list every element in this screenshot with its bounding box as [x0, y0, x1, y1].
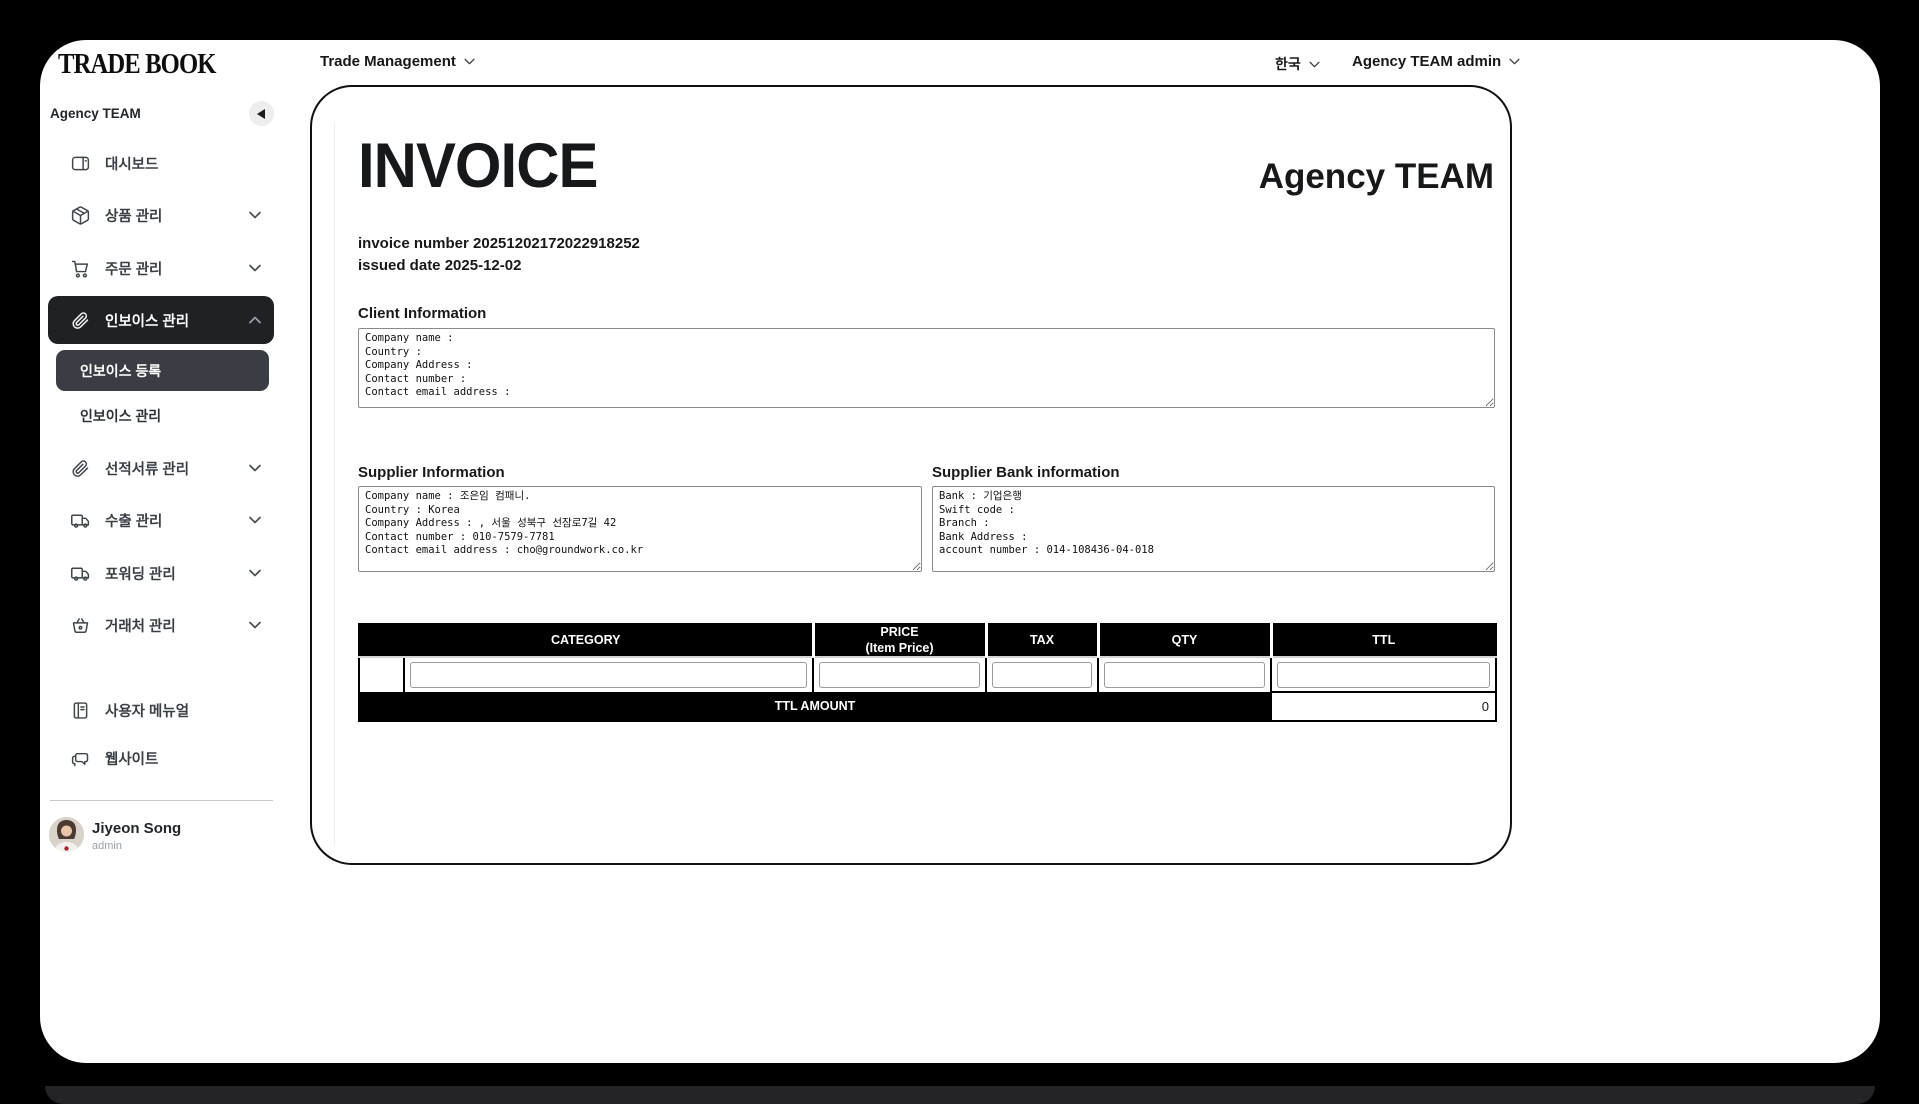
sidebar-collapse-button[interactable]: [249, 101, 274, 126]
issued-date-value: 2025-12-02: [444, 257, 522, 274]
profile-name: Jiyeon Song: [92, 820, 182, 837]
table-header-category: CATEGORY: [359, 624, 814, 658]
account-label: Agency TEAM admin: [1352, 53, 1502, 70]
sidebar-item-label: 인보이스 관리: [105, 313, 190, 330]
app-window: TRADE BOOK Trade Management 한국 Agency TE…: [40, 40, 1880, 1063]
card-inner-divider: [334, 123, 335, 845]
client-information-heading: Client Information: [358, 305, 487, 322]
sidebar-subitem-label: 인보이스 등록: [80, 362, 162, 379]
sidebar-item-user-manual[interactable]: 사용자 메뉴얼: [48, 686, 274, 734]
chevron-down-icon: [249, 516, 261, 524]
sidebar-subitem-invoice-management[interactable]: 인보이스 관리: [56, 395, 269, 436]
sidebar-item-shipping-docs[interactable]: 선적서류 관리: [48, 444, 274, 492]
chevron-down-icon: [249, 211, 261, 219]
client-information-textarea[interactable]: Company name : Country : Company Address…: [358, 328, 1495, 408]
sidebar-item-products[interactable]: 상품 관리: [48, 191, 274, 239]
sidebar-item-export[interactable]: 수출 관리: [48, 496, 274, 544]
paperclip-icon: [72, 311, 89, 329]
sidebar-item-label: 선적서류 관리: [105, 461, 190, 478]
chevron-down-icon: [1309, 61, 1320, 67]
sidebar-item-label: 포워딩 관리: [105, 566, 176, 583]
trade-management-label: Trade Management: [320, 53, 456, 70]
issued-date-line: issued date 2025-12-02: [358, 255, 640, 277]
sidebar-item-label: 웹사이트: [105, 751, 159, 768]
supplier-information-textarea[interactable]: Company name : 조은임 컴패니. Country : Korea …: [358, 486, 922, 572]
basket-icon: [72, 617, 89, 633]
qty-input[interactable]: [1104, 662, 1266, 689]
sidebar-item-forwarding[interactable]: 포워딩 관리: [48, 549, 274, 597]
table-header-price: PRICE (Item Price): [811, 624, 987, 658]
account-dropdown[interactable]: Agency TEAM admin: [1352, 53, 1520, 70]
profile-block[interactable]: Jiyeon Song admin: [49, 815, 279, 861]
chevron-down-icon: [464, 58, 475, 65]
website-chat-icon: [71, 752, 89, 766]
trade-management-dropdown[interactable]: Trade Management: [320, 53, 475, 70]
table-header-tax: TAX: [984, 624, 1099, 658]
avatar: [49, 817, 84, 852]
sidebar-item-label: 거래처 관리: [105, 618, 176, 635]
chevron-down-icon: [249, 621, 261, 629]
supplier-bank-heading: Supplier Bank information: [932, 464, 1120, 481]
chevron-down-icon: [249, 464, 261, 472]
sidebar-item-label: 대시보드: [105, 156, 159, 173]
issued-date-label: issued date: [358, 257, 441, 274]
total-row: TTL AMOUNT 0: [359, 691, 1498, 723]
sidebar-item-website[interactable]: 웹사이트: [48, 734, 274, 782]
language-dropdown[interactable]: 한국: [1275, 54, 1320, 74]
trade-book-logo: TRADE BOOK: [58, 49, 216, 80]
truck-icon: [71, 514, 90, 528]
chevron-down-icon: [249, 264, 261, 272]
sidebar-item-label: 주문 관리: [105, 261, 163, 278]
tax-input[interactable]: [992, 662, 1093, 689]
sidebar-subitem-invoice-register[interactable]: 인보이스 등록: [56, 350, 269, 391]
invoice-number-line: invoice number 20251202172022918252: [358, 233, 640, 255]
invoice-items-table: CATEGORY PRICE (Item Price) TAX QTY TTL: [358, 623, 1498, 723]
chevron-up-icon: [249, 316, 261, 324]
invoice-company-name: Agency TEAM: [1258, 157, 1494, 196]
cart-icon: [71, 260, 89, 278]
manual-icon: [73, 701, 88, 719]
invoice-meta: invoice number 20251202172022918252 issu…: [358, 233, 640, 277]
invoice-number-value: 20251202172022918252: [473, 235, 640, 252]
sidebar-item-invoice-management[interactable]: 인보이스 관리: [48, 296, 274, 344]
ttl-amount-value: 0: [1270, 691, 1498, 723]
sidebar-subitem-label: 인보이스 관리: [80, 407, 162, 424]
team-label: Agency TEAM: [50, 106, 141, 121]
language-label: 한국: [1275, 56, 1301, 72]
supplier-information-heading: Supplier Information: [358, 464, 505, 481]
price-input[interactable]: [819, 662, 981, 689]
invoice-number-label: invoice number: [358, 235, 469, 252]
chevron-down-icon: [249, 569, 261, 577]
chevron-down-icon: [1509, 58, 1520, 65]
invoice-form-card: INVOICE Agency TEAM invoice number 20251…: [310, 85, 1512, 865]
table-header-qty: QTY: [1096, 624, 1272, 658]
profile-role: admin: [92, 840, 122, 852]
dashboard-icon: [71, 156, 90, 170]
collapse-arrow-icon: [256, 108, 265, 119]
truck-icon: [71, 567, 90, 581]
sidebar-item-dashboard[interactable]: 대시보드: [48, 139, 274, 187]
table-header-ttl: TTL: [1269, 624, 1497, 658]
item-row: [359, 656, 1497, 693]
device-base-shadow: [45, 1086, 1875, 1104]
category-input[interactable]: [410, 662, 808, 689]
sidebar-item-label: 수출 관리: [105, 513, 163, 530]
ttl-amount-label: TTL AMOUNT: [359, 692, 1272, 722]
sidebar-item-label: 상품 관리: [105, 208, 163, 225]
sidebar-item-label: 사용자 메뉴얼: [105, 703, 190, 720]
sidebar-divider: [50, 800, 273, 801]
paperclip-icon: [72, 459, 89, 477]
ttl-input[interactable]: [1277, 661, 1491, 688]
sidebar-item-partners[interactable]: 거래처 관리: [48, 601, 274, 649]
sidebar-item-orders[interactable]: 주문 관리: [48, 244, 274, 292]
row-index-cell: [359, 656, 404, 693]
supplier-bank-textarea[interactable]: Bank : 기업은행 Swift code : Branch : Bank A…: [932, 486, 1495, 572]
invoice-title: INVOICE: [358, 131, 598, 201]
package-icon: [71, 205, 90, 225]
